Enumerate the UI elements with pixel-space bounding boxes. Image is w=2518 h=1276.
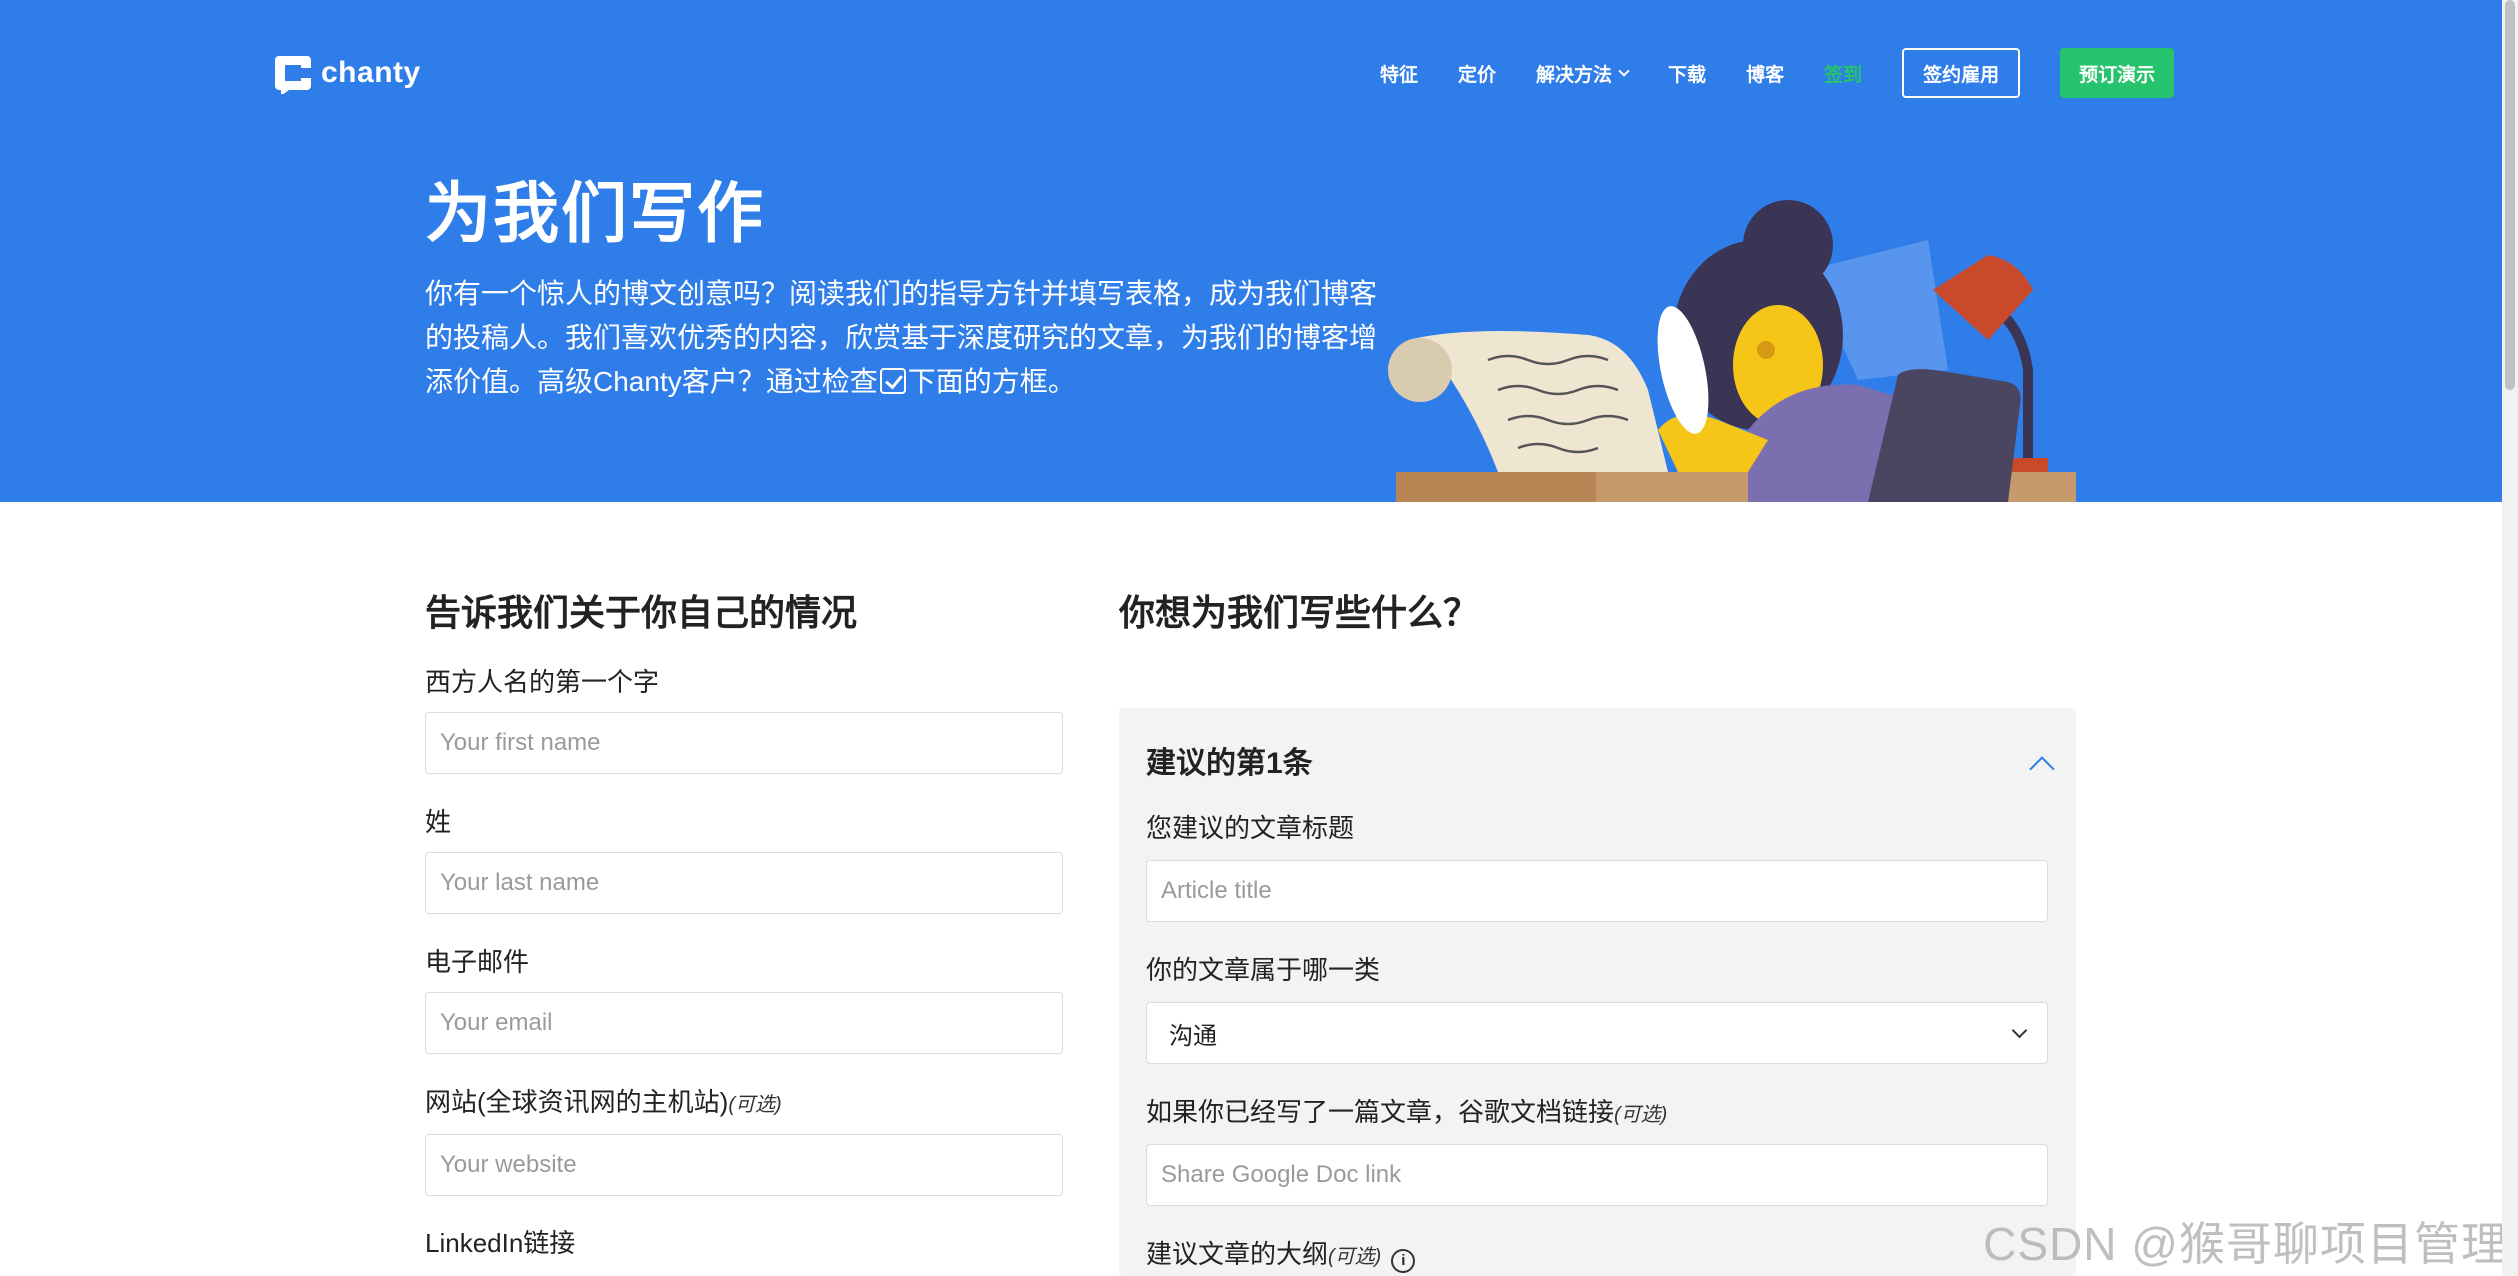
email-label: 电子邮件 <box>425 947 530 977</box>
nav-signin[interactable]: 签到 <box>1824 60 1862 87</box>
main-nav: 特征 定价 解决方法 下载 博客 签到 签约雇用 预订演示 <box>1380 48 2175 98</box>
doc-link-label-text: 如果你已经写了一篇文章，谷歌文档链接 <box>1146 1097 1615 1127</box>
chevron-down-icon <box>2011 1022 2028 1038</box>
first-name-label: 西方人名的第一个字 <box>425 667 660 697</box>
outline-label-text: 建议文章的大纲 <box>1146 1239 1329 1269</box>
suggestion-title: 建议的第1条 <box>1146 747 1313 780</box>
article-title-input[interactable] <box>1146 860 2048 922</box>
suggestion-panel: 建议的第1条 您建议的文章标题 你的文章属于哪一类 沟通 如果你已经写了一篇文章… <box>1119 708 2076 1276</box>
checkbox-icon <box>879 368 906 394</box>
article-title-label: 您建议的文章标题 <box>1146 813 1355 843</box>
doc-link-label: 如果你已经写了一篇文章，谷歌文档链接(可选) <box>1146 1092 1667 1129</box>
nav-pricing[interactable]: 定价 <box>1458 60 1496 87</box>
chevron-up-icon[interactable] <box>2030 754 2052 776</box>
book-demo-button[interactable]: 预订演示 <box>2060 48 2175 98</box>
website-input[interactable] <box>425 1134 1063 1196</box>
email-input[interactable] <box>425 992 1063 1054</box>
csdn-watermark: CSDN @猴哥聊项目管理 <box>1983 1218 2508 1270</box>
logo-text: chanty <box>321 56 421 89</box>
website-label: 网站(全球资讯网的主机站)(可选) <box>425 1082 782 1119</box>
category-label: 你的文章属于哪一类 <box>1146 955 1381 985</box>
chevron-down-icon <box>1618 65 1630 77</box>
nav-blog[interactable]: 博客 <box>1746 60 1784 87</box>
hero-description: 你有一个惊人的博文创意吗？阅读我们的指导方针并填写表格，成为我们博客的投稿人。我… <box>425 272 1385 404</box>
nav-solutions[interactable]: 解决方法 <box>1536 60 1630 87</box>
hero-desc-tail: 下面的方框。 <box>907 366 1076 397</box>
website-label-text: 网站(全球资讯网的主机站) <box>425 1087 729 1117</box>
page-scrollbar[interactable] <box>2502 0 2518 1276</box>
page-title: 为我们写作 <box>425 176 765 250</box>
outline-optional-tag: (可选) <box>1328 1246 1382 1268</box>
scrollbar-thumb[interactable] <box>2505 0 2515 390</box>
linkedin-label: LinkedIn链接 <box>425 1228 576 1258</box>
website-optional-tag: (可选) <box>728 1094 782 1116</box>
category-selected-value: 沟通 <box>1169 1022 1217 1050</box>
first-name-input[interactable] <box>425 712 1063 774</box>
nav-solutions-label: 解决方法 <box>1536 64 1613 86</box>
chanty-logo[interactable]: chanty <box>273 52 421 94</box>
last-name-input[interactable] <box>425 852 1063 914</box>
outline-label: 建议文章的大纲(可选) i <box>1146 1234 1416 1273</box>
doc-link-optional-tag: (可选) <box>1614 1104 1668 1126</box>
signup-button[interactable]: 签约雇用 <box>1902 48 2021 98</box>
info-icon[interactable]: i <box>1391 1249 1416 1273</box>
doc-link-input[interactable] <box>1146 1144 2048 1206</box>
about-section-title: 告诉我们关于你自己的情况 <box>425 592 858 633</box>
hero-banner: chanty 特征 定价 解决方法 下载 博客 签到 签约雇用 预订演示 为我们… <box>0 0 2502 502</box>
category-select[interactable]: 沟通 <box>1146 1002 2048 1064</box>
nav-features[interactable]: 特征 <box>1380 60 1418 87</box>
writer-illustration <box>1388 200 2076 502</box>
nav-download[interactable]: 下载 <box>1668 60 1706 87</box>
chanty-logo-icon <box>275 56 311 94</box>
last-name-label: 姓 <box>425 807 452 837</box>
write-section-title: 你想为我们写些什么？ <box>1119 592 1480 633</box>
